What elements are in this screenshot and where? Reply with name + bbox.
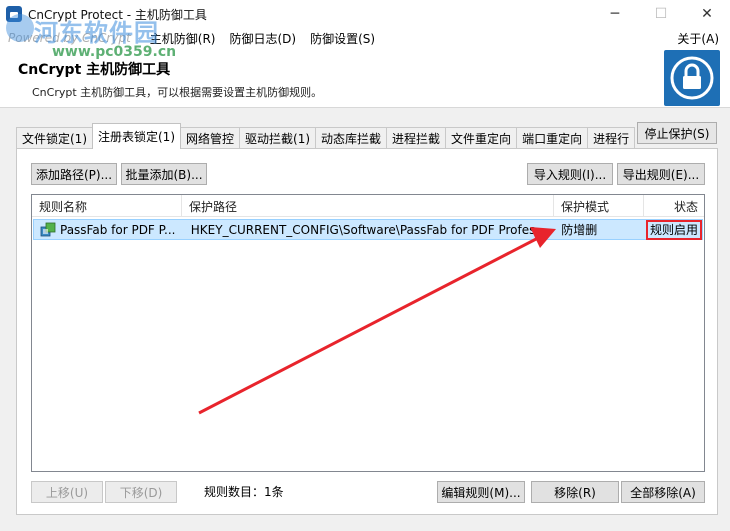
menu-defense-log[interactable]: 防御日志(D) bbox=[222, 30, 303, 47]
column-protect-path[interactable]: 保护路径 bbox=[182, 195, 554, 217]
edit-rule-button[interactable]: 编辑规则(M)... bbox=[437, 481, 525, 503]
menu-defense-settings[interactable]: 防御设置(S) bbox=[303, 30, 382, 47]
maximize-button[interactable]: ☐ bbox=[638, 0, 684, 28]
tab-process-more[interactable]: 进程行 bbox=[587, 127, 636, 149]
title-bar: CnCrypt Protect - 主机防御工具 ─ ☐ ✕ bbox=[0, 0, 730, 28]
rule-name: PassFab for PDF P... bbox=[60, 222, 176, 237]
protect-path-cell: HKEY_CURRENT_CONFIG\Software\PassFab for… bbox=[190, 222, 547, 237]
rule-name-cell: PassFab for PDF P... bbox=[34, 220, 183, 239]
tab-file-redirect[interactable]: 文件重定向 bbox=[445, 127, 518, 149]
menu-host-defense[interactable]: 主机防御(R) bbox=[143, 30, 223, 47]
move-down-button[interactable]: 下移(D) bbox=[105, 481, 177, 503]
header-description: CnCrypt 主机防御工具，可以根据需要设置主机防御规则。 bbox=[32, 86, 323, 99]
export-rules-button[interactable]: 导出规则(E)... bbox=[617, 163, 705, 185]
registry-lock-panel: 添加路径(P)... 批量添加(B)... 导入规则(I)... 导出规则(E)… bbox=[16, 148, 718, 515]
close-button[interactable]: ✕ bbox=[684, 0, 730, 28]
tab-registry-lock[interactable]: 注册表锁定(1) bbox=[92, 123, 181, 149]
list-header: 规则名称 保护路径 保护模式 状态 bbox=[32, 195, 704, 217]
tab-driver-block[interactable]: 驱动拦截(1) bbox=[239, 127, 317, 149]
tab-strip: 文件锁定(1) 注册表锁定(1) 网络管控 驱动拦截(1) 动态库拦截 进程拦截… bbox=[16, 123, 636, 149]
move-up-button[interactable]: 上移(U) bbox=[31, 481, 103, 503]
menu-bar: Powered by CnCrypt 主机防御(R) 防御日志(D) 防御设置(… bbox=[0, 28, 730, 48]
minimize-button[interactable]: ─ bbox=[592, 0, 638, 28]
column-status[interactable]: 状态 bbox=[644, 195, 704, 217]
add-path-button[interactable]: 添加路径(P)... bbox=[31, 163, 117, 185]
tab-process-block[interactable]: 进程拦截 bbox=[386, 127, 447, 149]
tab-dll-block[interactable]: 动态库拦截 bbox=[315, 127, 388, 149]
remove-all-button[interactable]: 全部移除(A) bbox=[621, 481, 705, 503]
column-protect-mode[interactable]: 保护模式 bbox=[554, 195, 644, 217]
tab-file-lock[interactable]: 文件锁定(1) bbox=[16, 127, 93, 149]
column-rule-name[interactable]: 规则名称 bbox=[32, 195, 182, 217]
rules-list[interactable]: 规则名称 保护路径 保护模式 状态 PassFab for PDF P... H… bbox=[31, 194, 705, 472]
protect-mode-cell: 防增删 bbox=[561, 223, 598, 237]
tab-network-control[interactable]: 网络管控 bbox=[180, 127, 241, 149]
lock-icon bbox=[664, 50, 720, 106]
batch-add-button[interactable]: 批量添加(B)... bbox=[121, 163, 207, 185]
registry-icon bbox=[40, 222, 56, 236]
stop-protect-button[interactable]: 停止保护(S) bbox=[637, 122, 717, 144]
status-cell: 规则启用 bbox=[642, 219, 702, 240]
powered-by-text: Powered by CnCrypt bbox=[8, 31, 131, 45]
app-icon bbox=[6, 6, 22, 22]
remove-button[interactable]: 移除(R) bbox=[531, 481, 619, 503]
menu-about[interactable]: 关于(A) bbox=[670, 30, 726, 47]
import-rules-button[interactable]: 导入规则(I)... bbox=[527, 163, 613, 185]
status-badge: 规则启用 bbox=[645, 219, 702, 240]
window-controls: ─ ☐ ✕ bbox=[592, 0, 730, 28]
header-title: CnCrypt 主机防御工具 bbox=[18, 62, 171, 78]
table-row[interactable]: PassFab for PDF P... HKEY_CURRENT_CONFIG… bbox=[33, 219, 703, 240]
window-title: CnCrypt Protect - 主机防御工具 bbox=[28, 7, 207, 22]
header-banner: CnCrypt 主机防御工具 CnCrypt 主机防御工具，可以根据需要设置主机… bbox=[0, 48, 730, 108]
tab-port-redirect[interactable]: 端口重定向 bbox=[516, 127, 589, 149]
rule-count-label: 规则数目：1条 bbox=[204, 485, 284, 499]
